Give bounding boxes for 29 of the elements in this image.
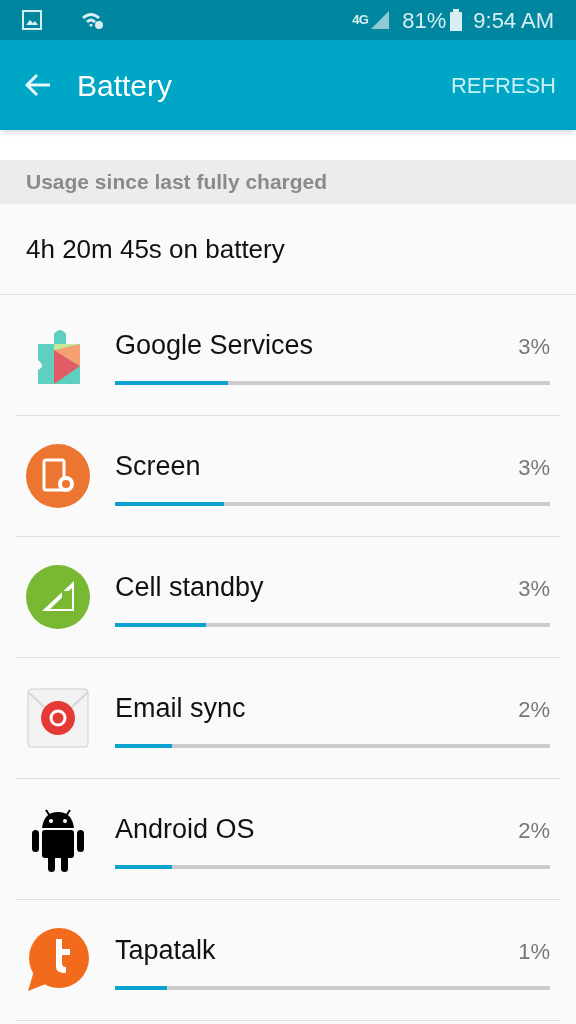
- app-name: Tapatalk: [115, 933, 216, 967]
- usage-percent: 3%: [518, 574, 550, 603]
- app-name: Cell standby: [115, 570, 264, 604]
- app-name: Google Services: [115, 328, 314, 362]
- back-button[interactable]: [24, 71, 52, 99]
- network-type: 4G: [352, 11, 369, 30]
- signal-icon: [370, 10, 391, 30]
- battery-percent: 81%: [402, 6, 447, 35]
- wifi-icon: [80, 10, 104, 30]
- app-name: Android OS: [115, 812, 255, 846]
- refresh-button[interactable]: REFRESH: [450, 68, 556, 102]
- usage-percent: 3%: [518, 332, 550, 361]
- battery-icon: [450, 9, 463, 31]
- screen-brightness-icon: [26, 444, 90, 508]
- screen-title: Battery: [77, 67, 173, 104]
- clock: 9:54 AM: [473, 6, 554, 35]
- usage-percent: 2%: [518, 695, 550, 724]
- gallery-icon: [22, 10, 42, 30]
- battery-duration: 4h 20m 45s on battery: [26, 232, 285, 266]
- app-name: Screen: [115, 449, 201, 483]
- chat-bubble-icon: [26, 927, 90, 993]
- usage-percent: 1%: [518, 937, 550, 966]
- back-arrow-icon: [24, 73, 52, 97]
- usage-percent: 3%: [518, 453, 550, 482]
- email-envelope-icon: [27, 688, 89, 748]
- section-header-text: Usage since last fully charged: [26, 169, 328, 196]
- usage-percent: 2%: [518, 816, 550, 845]
- signal-strength-icon: [26, 565, 90, 629]
- app-name: Email sync: [115, 691, 246, 725]
